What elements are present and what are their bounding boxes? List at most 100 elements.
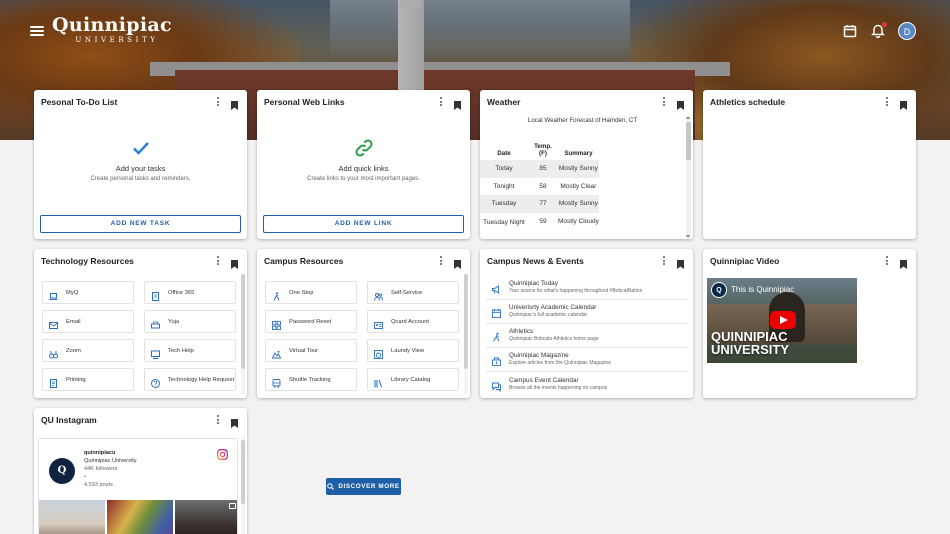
tile-qcard-account[interactable]: Qcard Account <box>367 310 459 333</box>
more-options-icon[interactable] <box>884 96 890 108</box>
card-header: Campus News & Events <box>480 249 693 273</box>
tile-technology-help-request[interactable]: Technology Help Request <box>144 368 236 391</box>
tile-laundy-view[interactable]: Laundy View <box>367 339 459 362</box>
add-new-task-button[interactable]: ADD NEW TASK <box>40 215 241 233</box>
more-options-icon[interactable] <box>215 96 221 108</box>
tile-zoom[interactable]: Zoom <box>42 339 134 362</box>
scroll-thumb[interactable] <box>464 274 468 369</box>
news-item-quinnipiac-magazine[interactable]: Quinnipiac Magazine Explore articles fro… <box>486 348 687 372</box>
instagram-photo[interactable] <box>107 500 173 534</box>
todo-card: Pesonal To-Do List Add your tasks Create… <box>34 90 247 239</box>
tile-password-reset[interactable]: Password Reset <box>265 310 357 333</box>
office-icon <box>151 288 160 301</box>
channel-logo: Q <box>711 282 727 298</box>
tile-label: One Stop <box>289 289 314 296</box>
more-options-icon[interactable] <box>215 414 221 426</box>
tile-tech-help[interactable]: Tech Help <box>144 339 236 362</box>
news-subtitle: Explore articles from the Quinnipiac Mag… <box>509 360 611 366</box>
instagram-username[interactable]: quinnipiacu <box>84 450 137 458</box>
tile-email[interactable]: Email <box>42 310 134 333</box>
news-item-campus-event-calendar[interactable]: Campus Event Calendar Browse all the eve… <box>486 372 687 396</box>
instagram-photo[interactable] <box>39 500 105 534</box>
header-actions: D <box>842 22 916 40</box>
magazine-icon <box>491 354 502 366</box>
add-new-link-button[interactable]: ADD NEW LINK <box>263 215 464 233</box>
card-title: Athletics schedule <box>710 97 786 107</box>
col-header-temp: Temp. (F) <box>534 143 552 157</box>
university-logo[interactable]: Quinnipiac UNIVERSITY <box>52 14 172 45</box>
instagram-photo[interactable] <box>175 500 237 534</box>
card-header: Quinnipiac Video <box>703 249 916 273</box>
tile-shuttle-tracking[interactable]: Shuttle Tracking <box>265 368 357 391</box>
checkmark-icon <box>131 138 151 158</box>
bookmark-icon[interactable] <box>454 97 461 110</box>
news-title: Campus Event Calendar <box>509 376 579 384</box>
discover-more-button[interactable]: DISCOVER MORE <box>326 478 401 495</box>
tile-myq[interactable]: MyQ <box>42 281 134 304</box>
table-row: Tuesday 77 Mostly Sunny <box>480 195 599 213</box>
bookmark-icon[interactable] <box>677 256 684 269</box>
tile-one-stop[interactable]: One Stop <box>265 281 357 304</box>
tile-office-365[interactable]: Office 365 <box>144 281 236 304</box>
tile-self-service[interactable]: Self-Service <box>367 281 459 304</box>
scroll-thumb[interactable] <box>241 274 245 369</box>
tile-label: Zoom <box>66 347 81 354</box>
tile-virtual-tour[interactable]: Virtual Tour <box>265 339 357 362</box>
instagram-avatar[interactable]: Q <box>49 458 75 484</box>
laptop-icon <box>49 288 58 300</box>
tile-yuja[interactable]: Yuja <box>144 310 236 333</box>
user-avatar[interactable]: D <box>898 22 916 40</box>
bookmark-icon[interactable] <box>231 256 238 269</box>
scroll-up-icon[interactable] <box>686 116 690 119</box>
scroll-down-icon[interactable] <box>686 235 690 238</box>
bookmark-icon[interactable] <box>900 256 907 269</box>
instagram-icon[interactable] <box>217 447 228 460</box>
email-icon <box>49 317 58 329</box>
instagram-scrollbar[interactable] <box>241 436 245 534</box>
card-title: Technology Resources <box>41 256 134 266</box>
news-item-academic-calendar[interactable]: Univerisrty Academic Calendar Quinnipiac… <box>486 300 687 324</box>
calendar-icon <box>491 306 502 318</box>
calendar-icon[interactable] <box>842 23 858 39</box>
cell-temp: 58 <box>539 182 547 190</box>
bus-icon <box>272 375 281 388</box>
video-player[interactable]: Q This is Quinnipiac QUINNIPIAC UNIVERSI… <box>707 278 857 363</box>
bookmark-icon[interactable] <box>231 415 238 428</box>
news-item-athletics[interactable]: Athletics Quinnipiac Bobcats Athletics h… <box>486 324 687 348</box>
menu-icon[interactable] <box>30 24 44 38</box>
empty-subtitle: Create personal tasks and reminders. <box>90 176 191 182</box>
news-item-quinnipiac-today[interactable]: Quinnipiac Today Your source for what's … <box>486 276 687 300</box>
video-overlay-text: QUINNIPIAC UNIVERSITY <box>711 329 790 357</box>
more-options-icon[interactable] <box>884 255 890 267</box>
card-header: Athletics schedule <box>703 90 916 114</box>
id-card-icon <box>374 317 383 329</box>
bookmark-icon[interactable] <box>454 256 461 269</box>
tile-library-catalog[interactable]: Library Catalog <box>367 368 459 391</box>
bookmark-icon[interactable] <box>231 97 238 110</box>
more-options-icon[interactable] <box>438 255 444 267</box>
scroll-thumb[interactable] <box>241 440 245 504</box>
tile-printing[interactable]: Printing <box>42 368 134 391</box>
more-options-icon[interactable] <box>661 255 667 267</box>
news-subtitle: Your source for what's happening through… <box>509 288 643 294</box>
card-title: Pesonal To-Do List <box>41 97 118 107</box>
instagram-posts: 4,593 posts <box>84 481 113 488</box>
bookmark-icon[interactable] <box>900 97 907 110</box>
campus-scrollbar[interactable] <box>464 274 468 394</box>
tile-label: Laundy View <box>391 347 425 354</box>
weather-caption: Local Weather Forecast of Hamden, CT <box>527 117 638 124</box>
bell-icon[interactable] <box>870 22 887 39</box>
play-icon[interactable] <box>770 311 796 329</box>
weather-scrollbar[interactable] <box>686 116 691 238</box>
weather-table: Date Temp. (F) Summary Today 85 Mostly S… <box>480 136 599 230</box>
news-list: Quinnipiac Today Your source for what's … <box>486 276 687 396</box>
quinnipiac-video-card: Quinnipiac Video Q This is Quinnipiac QU… <box>703 249 916 398</box>
more-options-icon[interactable] <box>438 96 444 108</box>
more-options-icon[interactable] <box>215 255 221 267</box>
discover-more-label: DISCOVER MORE <box>338 483 400 490</box>
bookmark-icon[interactable] <box>677 97 684 110</box>
tile-label: Yuja <box>168 318 180 325</box>
more-options-icon[interactable] <box>661 96 667 108</box>
tech-scrollbar[interactable] <box>241 274 245 394</box>
scroll-thumb[interactable] <box>686 122 691 160</box>
